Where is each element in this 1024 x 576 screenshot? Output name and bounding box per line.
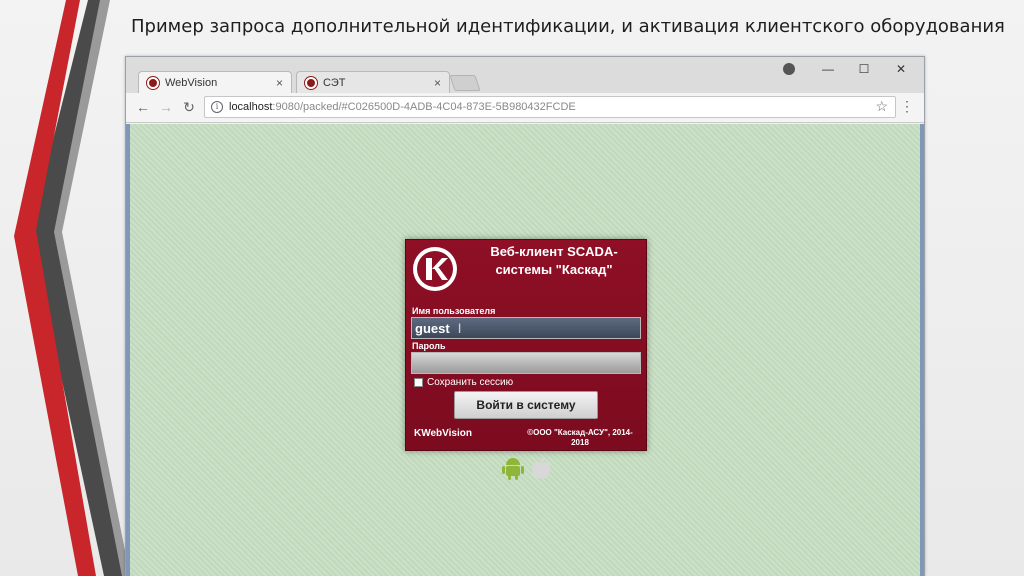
android-head bbox=[506, 458, 520, 465]
login-button[interactable]: Войти в систему bbox=[454, 391, 598, 419]
forward-arrow-icon[interactable]: → bbox=[157, 99, 175, 115]
minimize-button[interactable]: — bbox=[818, 61, 838, 77]
url-host: localhost bbox=[229, 101, 273, 113]
android-right-arm bbox=[521, 466, 524, 474]
new-tab-button[interactable] bbox=[449, 75, 481, 91]
slide-title: Пример запроса дополнительной идентифика… bbox=[131, 16, 1005, 37]
copyright-text: ©ООО "Каскад-АСУ", 2014-2018 bbox=[527, 428, 633, 447]
maximize-button[interactable]: ☐ bbox=[854, 61, 874, 77]
webvision-favicon-icon bbox=[147, 76, 159, 89]
url-path: :9080/packed/#C026500D-4ADB-4C04-873E-5B… bbox=[272, 101, 576, 113]
url-field[interactable]: i localhost :9080/packed/#C026500D-4ADB-… bbox=[204, 96, 896, 118]
login-dialog: Веб-клиент SCADA-системы "Каскад" Имя по… bbox=[405, 239, 647, 451]
remember-session-row[interactable]: Сохранить сессию bbox=[414, 377, 513, 388]
address-bar: ← → ↻ i localhost :9080/packed/#C026500D… bbox=[126, 93, 924, 123]
username-label: Имя пользователя bbox=[412, 306, 496, 316]
username-input[interactable]: guest I bbox=[411, 317, 641, 339]
bookmark-star-icon[interactable]: ☆ bbox=[875, 98, 888, 115]
login-title: Веб-клиент SCADA-системы "Каскад" bbox=[490, 244, 618, 277]
text-cursor-icon: I bbox=[457, 320, 462, 336]
apple-leaf bbox=[541, 457, 545, 462]
apple-icon[interactable] bbox=[530, 456, 552, 480]
password-input[interactable] bbox=[411, 352, 641, 374]
tab-title: WebVision bbox=[165, 76, 218, 89]
remember-session-checkbox[interactable] bbox=[414, 378, 423, 387]
kaskad-logo-icon bbox=[413, 247, 457, 291]
tab-set[interactable]: СЭТ × bbox=[296, 71, 450, 93]
page-viewport: Веб-клиент SCADA-системы "Каскад" Имя по… bbox=[126, 124, 924, 576]
reload-icon[interactable]: ↻ bbox=[180, 99, 198, 116]
close-window-button[interactable]: ✕ bbox=[891, 61, 911, 77]
tab-webvision[interactable]: WebVision × bbox=[138, 71, 292, 93]
android-body bbox=[506, 466, 520, 476]
back-arrow-icon[interactable]: ← bbox=[134, 99, 152, 115]
brand-label: KWebVision bbox=[414, 428, 472, 439]
account-icon[interactable] bbox=[783, 63, 795, 75]
logo-k-stem bbox=[426, 258, 432, 280]
android-left-arm bbox=[502, 466, 505, 474]
tab-close-icon[interactable]: × bbox=[434, 76, 441, 90]
android-right-leg bbox=[515, 475, 518, 480]
info-icon[interactable]: i bbox=[211, 101, 223, 113]
slide-decoration bbox=[14, 0, 130, 576]
tab-close-icon[interactable]: × bbox=[276, 76, 283, 90]
username-value: guest bbox=[415, 320, 450, 336]
tab-title: СЭТ bbox=[323, 76, 346, 89]
password-label: Пароль bbox=[412, 341, 446, 351]
tab-bar: WebVision × СЭТ × — ☐ ✕ bbox=[126, 57, 924, 93]
apple-body bbox=[531, 461, 551, 479]
platform-icons bbox=[502, 456, 552, 480]
browser-window: WebVision × СЭТ × — ☐ ✕ ← → ↻ i localhos… bbox=[125, 56, 925, 576]
android-left-leg bbox=[508, 475, 511, 480]
android-icon[interactable] bbox=[502, 456, 524, 480]
browser-menu-icon[interactable]: ⋮ bbox=[900, 98, 914, 115]
remember-session-label: Сохранить сессию bbox=[427, 377, 514, 388]
set-favicon-icon bbox=[305, 76, 317, 89]
